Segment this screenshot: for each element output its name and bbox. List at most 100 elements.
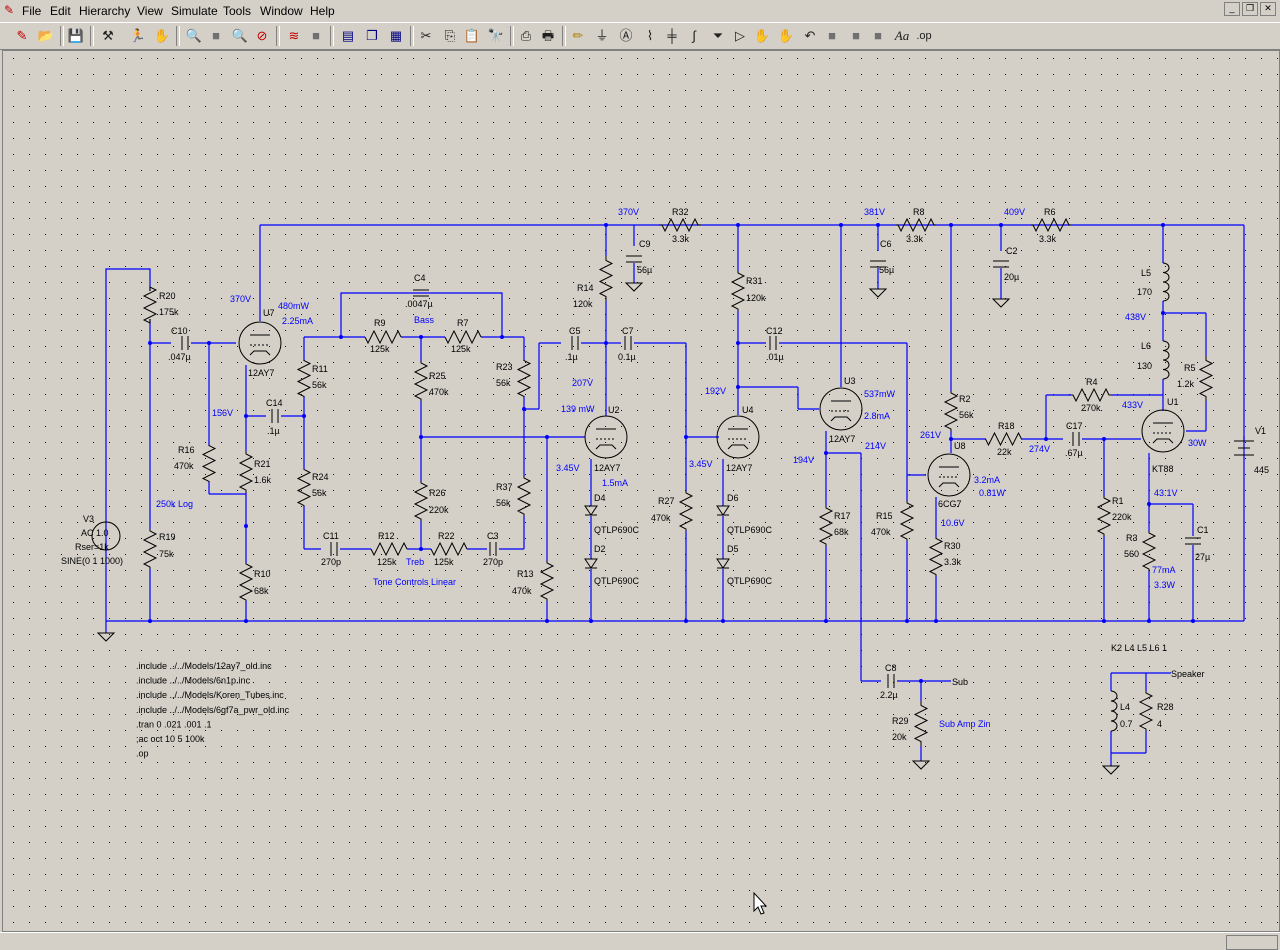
menu-simulate[interactable]: Simulate (171, 4, 218, 18)
grid (3, 51, 1279, 931)
diode-icon[interactable]: ⏷ (708, 26, 728, 46)
label-r23: R23 (496, 362, 513, 372)
text-icon[interactable]: Aa (892, 26, 912, 46)
label-r10_v: 68k (254, 586, 269, 596)
label-c17_v: .67µ (1065, 448, 1083, 458)
label-c9_v: 56µ (637, 265, 652, 275)
label-r21_v: 1.6k (254, 475, 272, 485)
menu-help[interactable]: Help (310, 4, 335, 18)
menu-window[interactable]: Window (260, 4, 303, 18)
label-n370: 370V (618, 207, 639, 217)
run-icon[interactable]: 🏃 (128, 26, 148, 46)
label-net-icon[interactable]: Ⓐ (616, 26, 636, 46)
label-u2_t: 12AY7 (594, 463, 620, 473)
open-icon[interactable]: 📂 (36, 26, 56, 46)
label-u2_p: 139 mW (561, 404, 595, 414)
undo-icon[interactable]: ↶ (800, 26, 820, 46)
spice-directive: .include ../../Models/Koren_Tubes.inc (136, 690, 284, 700)
spice-directive: .include ../../Models/12ay7_old.inc (136, 661, 272, 671)
draw-wire-icon[interactable]: ✏ (568, 26, 588, 46)
rotate-icon[interactable]: ■ (846, 26, 866, 46)
redo-icon[interactable]: ■ (822, 26, 842, 46)
label-r31_v: 120k (746, 293, 766, 303)
ground-icon[interactable]: ⏚ (592, 26, 612, 46)
label-r31: R31 (746, 276, 763, 286)
tile-icon[interactable]: ▦ (386, 26, 406, 46)
drag-icon[interactable]: ✋ (776, 26, 796, 46)
label-u7_p: 480mW (278, 301, 310, 311)
save-icon[interactable]: 💾 (66, 26, 86, 46)
label-d4_t: QTLP690C (594, 525, 640, 535)
junction (736, 223, 740, 227)
label-n214: 214V (865, 441, 886, 451)
label-r37_v: 56k (496, 498, 511, 508)
cut-icon[interactable]: ✂ (416, 26, 436, 46)
new-schematic-icon[interactable]: ✎ (12, 26, 32, 46)
tile-horizontal-icon[interactable]: ▤ (338, 26, 358, 46)
resistor-icon[interactable]: ⌇ (640, 26, 660, 46)
find-icon[interactable]: 🔭 (486, 26, 506, 46)
blank-icon[interactable]: ■ (306, 26, 326, 46)
minimize-icon[interactable]: _ (1224, 2, 1240, 16)
label-c5: C5 (569, 326, 581, 336)
paste-icon[interactable]: 📋 (462, 26, 482, 46)
control-panel-icon[interactable]: ⚒ (98, 26, 118, 46)
window-controls: _ ❐ ✕ (1224, 2, 1276, 16)
label-c14: C14 (266, 398, 283, 408)
label-u2_k: 3.45V (556, 463, 580, 473)
copy-icon[interactable]: ⎘ (440, 26, 460, 46)
label-n274: 274V (1029, 444, 1050, 454)
label-u1: U1 (1167, 397, 1179, 407)
label-r3_i: 77mA (1152, 565, 1176, 575)
menu-file[interactable]: File (22, 4, 41, 18)
zoom-in-icon[interactable]: 🔍 (184, 26, 204, 46)
zoom-out-icon[interactable]: 🔍 (230, 26, 250, 46)
label-r27_v: 470k (651, 513, 671, 523)
junction (1102, 619, 1106, 623)
menu-edit[interactable]: Edit (50, 4, 71, 18)
menu-hierarchy[interactable]: Hierarchy (79, 4, 130, 18)
label-c6: C6 (880, 239, 892, 249)
halt-icon[interactable]: ✋ (152, 26, 172, 46)
label-v3_sine: SINE(0 1 1000) (61, 556, 123, 566)
label-u2: U2 (608, 405, 620, 415)
junction (1191, 619, 1195, 623)
label-c9: C9 (639, 239, 651, 249)
print-setup-icon[interactable]: ⎙ (516, 26, 536, 46)
spice-directive-icon[interactable]: .op (914, 26, 934, 46)
label-c17: C17 (1066, 421, 1083, 431)
label-d2_t: QTLP690C (594, 576, 640, 586)
label-r16_v: 470k (174, 461, 194, 471)
zoom-fit-icon[interactable]: ■ (206, 26, 226, 46)
label-r3_p: 3.3W (1154, 580, 1176, 590)
component-icon[interactable]: ▷ (730, 26, 750, 46)
mirror-icon[interactable]: ■ (868, 26, 888, 46)
cascade-icon[interactable]: ❐ (362, 26, 382, 46)
label-d5_t: QTLP690C (727, 576, 773, 586)
close-icon[interactable]: ✕ (1260, 2, 1276, 16)
label-r30: R30 (944, 541, 961, 551)
plot-icon[interactable]: ≋ (284, 26, 304, 46)
label-u8_k: 10.6V (941, 518, 965, 528)
label-c7: C7 (622, 326, 634, 336)
junction (876, 223, 880, 227)
label-sub: Sub (952, 677, 968, 687)
capacitor-icon[interactable]: ╪ (662, 26, 682, 46)
label-r24: R24 (312, 472, 329, 482)
junction (684, 619, 688, 623)
label-r3_v: 560 (1124, 549, 1139, 559)
print-icon[interactable]: 🖶 (538, 26, 558, 46)
move-icon[interactable]: ✋ (752, 26, 772, 46)
label-r22: R22 (438, 531, 455, 541)
label-r13: R13 (517, 569, 534, 579)
label-v1_v: 445 (1254, 465, 1269, 475)
schematic-canvas[interactable]: V3 AC 1.0 Rser=1k SINE(0 1 1000) R20 175k C10.… (2, 50, 1280, 932)
restore-icon[interactable]: ❐ (1242, 2, 1258, 16)
inductor-icon[interactable]: ∫ (684, 26, 704, 46)
zoom-cancel-icon[interactable]: ⊘ (252, 26, 272, 46)
label-u4_t: 12AY7 (726, 463, 752, 473)
label-c10_v: .047µ (168, 352, 191, 362)
menu-tools[interactable]: Tools (223, 4, 251, 18)
menu-view[interactable]: View (137, 4, 163, 18)
label-u8_p: 0.81W (979, 488, 1006, 498)
